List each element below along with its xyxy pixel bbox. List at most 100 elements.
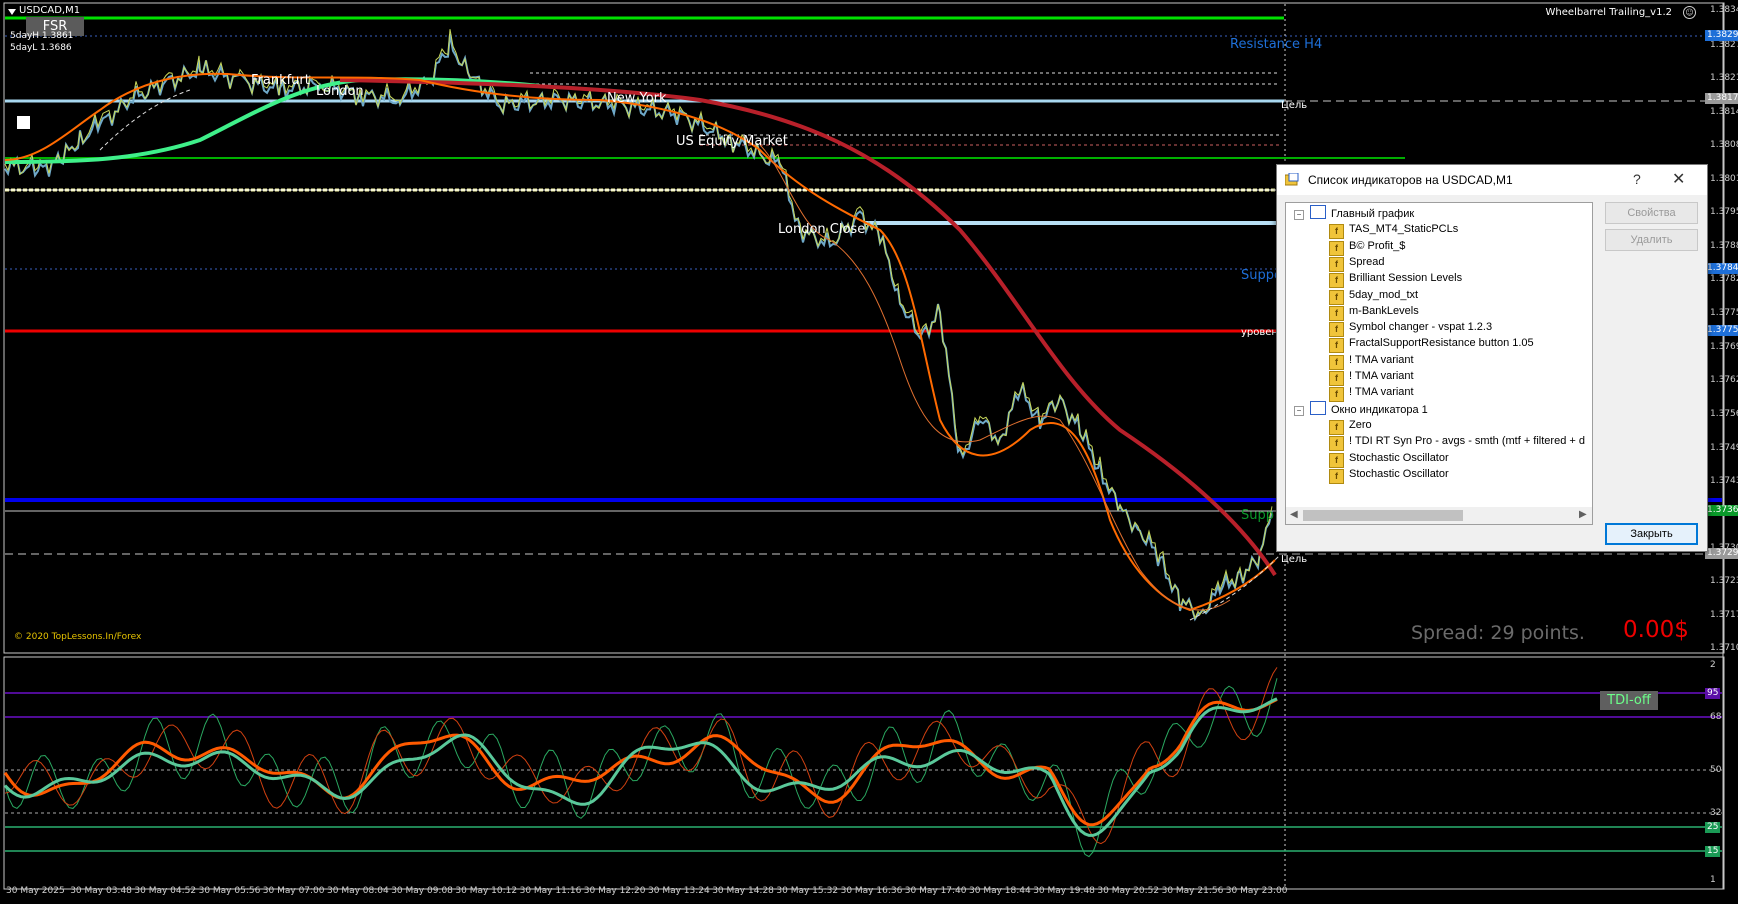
label-support-bottom: Supp	[1241, 508, 1274, 523]
tree-item-label: Spread	[1349, 255, 1385, 268]
tree-indicator-item[interactable]: f TAS_MT4_StaticPCLs	[1329, 221, 1459, 240]
time-axis-label: 30 May 09:08	[391, 886, 453, 896]
tree-item-label: FractalSupportResistance button 1.05	[1349, 337, 1534, 350]
time-axis-label: 30 May 10:12	[455, 886, 518, 896]
tree-indicator-item[interactable]: f Symbol changer - vspat 1.2.3	[1329, 319, 1492, 338]
indicator-axis-min: 1	[1710, 875, 1716, 885]
tree-indicator-item[interactable]: f FractalSupportResistance button 1.05	[1329, 335, 1534, 354]
chart-window-icon	[1310, 400, 1326, 415]
tree-item-label: Окно индикатора 1	[1331, 403, 1428, 416]
price-axis-label: 1.37690	[1710, 342, 1738, 352]
tree-item-label: m-BankLevels	[1349, 304, 1419, 317]
indicators-list-dialog[interactable]: Список индикаторов на USDCAD,M1 ? ✕ − Гла…	[1276, 164, 1708, 552]
price-axis-label: 1.37950	[1710, 207, 1738, 217]
scroll-right-icon[interactable]: ▶	[1579, 509, 1587, 520]
price-axis-label: 1.37625	[1710, 375, 1738, 385]
price-tag-level: 1.37755	[1705, 325, 1738, 336]
help-button[interactable]: ?	[1633, 171, 1641, 187]
indicators-icon	[1285, 173, 1299, 186]
time-axis-label: 30 May 03:48	[70, 886, 132, 896]
tree-horizontal-scrollbar[interactable]: ◀ ▶	[1285, 507, 1593, 525]
price-tag-bid: 1.37368	[1705, 505, 1738, 516]
price-axis-label: 1.37755	[1710, 308, 1738, 318]
dialog-title-bar[interactable]: Список индикаторов на USDCAD,M1 ? ✕	[1277, 165, 1707, 195]
collapse-icon[interactable]: −	[1294, 210, 1304, 220]
expert-advisor-name: Wheelbarrel Trailing_v1.2	[1545, 7, 1672, 18]
tree-indicator-item[interactable]: f Stochastic Oscillator	[1329, 466, 1449, 484]
indicator-tag-95: 95	[1705, 688, 1721, 699]
properties-button[interactable]: Свойства	[1605, 202, 1698, 224]
time-axis-label: 30 May 20:52	[1097, 886, 1160, 896]
tree-indicator-item[interactable]: f! TMA variant	[1329, 384, 1414, 403]
tree-item-label: Brilliant Session Levels	[1349, 272, 1463, 285]
price-axis-label: 1.37560	[1710, 409, 1738, 419]
five-day-high: 5dayH 1.3861	[10, 31, 74, 41]
tree-item-label: 5day_mod_txt	[1349, 288, 1419, 301]
price-axis-label: 1.38340	[1710, 5, 1738, 15]
time-axis-label: 30 May 08:04	[327, 886, 389, 896]
tree-group[interactable]: − Окно индикатора 1	[1294, 400, 1428, 418]
price-tag-target-bottom: 1.37294	[1705, 548, 1738, 559]
time-axis-label: 30 May 13:24	[648, 886, 710, 896]
tree-indicator-item[interactable]: f Spread	[1329, 254, 1385, 272]
tree-indicator-item[interactable]: f! TDI RT Syn Pro - avgs - smth (mtf + f…	[1329, 433, 1585, 452]
time-axis-label: 30 May 07:00	[262, 886, 325, 896]
delete-button[interactable]: Удалить	[1605, 229, 1698, 251]
price-candles-highlight	[4, 29, 1273, 620]
chart-menu-triangle-icon[interactable]	[8, 9, 16, 15]
tma-fast-orange-2	[759, 144, 1231, 611]
indicator-axis-68: 68	[1710, 712, 1722, 722]
tree-item-label: ! TMA variant	[1349, 353, 1414, 366]
tree-group[interactable]: − Главный график	[1294, 205, 1414, 222]
collapse-icon[interactable]: −	[1294, 405, 1304, 416]
price-axis-label: 1.37885	[1710, 241, 1738, 251]
tree-item-label: TAS_MT4_StaticPCLs	[1349, 223, 1459, 236]
tree-indicator-item[interactable]: f Stochastic Oscillator	[1329, 450, 1449, 468]
tree-item-label: Zero	[1349, 418, 1372, 431]
copyright-text: © 2020 TopLessons.In/Forex	[14, 632, 142, 642]
label-level: уровен	[1241, 327, 1278, 338]
price-axis-label: 1.38210	[1710, 73, 1738, 83]
time-axis-label: 30 May 04:52	[134, 886, 197, 896]
time-axis-label: 30 May 05:56	[198, 886, 261, 896]
time-axis-label: 30 May 18:44	[969, 886, 1031, 896]
time-axis-label: 30 May 14:28	[712, 886, 774, 896]
close-button[interactable]: Закрыть	[1605, 523, 1698, 545]
price-candles	[4, 34, 1273, 622]
tree-indicator-item[interactable]: f B© Profit_$	[1329, 238, 1405, 256]
time-axis-label: 30 May 19:48	[1033, 886, 1095, 896]
tma-fast-orange	[4, 72, 1276, 612]
indicator-axis-32: 32	[1710, 808, 1722, 818]
chart-title: USDCAD,M1	[19, 5, 81, 16]
tree-indicator-item[interactable]: f m-BankLevels	[1329, 303, 1419, 321]
close-icon[interactable]: ✕	[1672, 169, 1685, 189]
tree-indicator-item[interactable]: f Brilliant Session Levels	[1329, 270, 1463, 289]
session-label-frankfurt: Frankfurt	[251, 73, 310, 88]
label-target-bottom: Цель	[1281, 554, 1308, 565]
tdi-off-button[interactable]: TDI-off	[1600, 691, 1658, 710]
session-label-london: London	[316, 84, 364, 99]
price-axis-label: 1.37170	[1710, 610, 1738, 620]
toggle-checkbox[interactable]	[17, 116, 30, 129]
scroll-left-icon[interactable]: ◀	[1290, 509, 1298, 520]
price-axis-label: 1.37430	[1710, 476, 1738, 486]
session-label-london-close: London Close	[778, 222, 866, 237]
spread-text: Spread: 29 points.	[1411, 622, 1585, 644]
price-tag-target-top: 1.38170	[1705, 93, 1738, 104]
tree-item-label: Stochastic Oscillator	[1349, 467, 1449, 480]
scrollbar-thumb[interactable]	[1303, 510, 1463, 521]
label-target-top: Цель	[1281, 100, 1308, 111]
price-axis-label: 1.37235	[1710, 576, 1738, 586]
indicator-axis-max: 2	[1710, 660, 1716, 670]
tree-indicator-item[interactable]: f! TMA variant	[1329, 368, 1414, 386]
price-axis-label: 1.38080	[1710, 140, 1738, 150]
profit-text: 0.00$	[1623, 617, 1689, 643]
tree-indicator-item[interactable]: f 5day_mod_txt	[1329, 287, 1419, 305]
indicator-axis-50: 50	[1710, 765, 1722, 775]
tree-indicator-item[interactable]: f! TMA variant	[1329, 352, 1414, 370]
expert-smiley-icon[interactable]: ☺	[1683, 6, 1696, 19]
tree-item-label: Stochastic Oscillator	[1349, 451, 1449, 464]
indicator-tree[interactable]: − Главный график f TAS_MT4_StaticPCLs f B© Pr…	[1285, 202, 1593, 509]
tree-indicator-item[interactable]: f Zero	[1329, 417, 1372, 435]
dialog-title: Список индикаторов на USDCAD,M1	[1308, 173, 1513, 187]
